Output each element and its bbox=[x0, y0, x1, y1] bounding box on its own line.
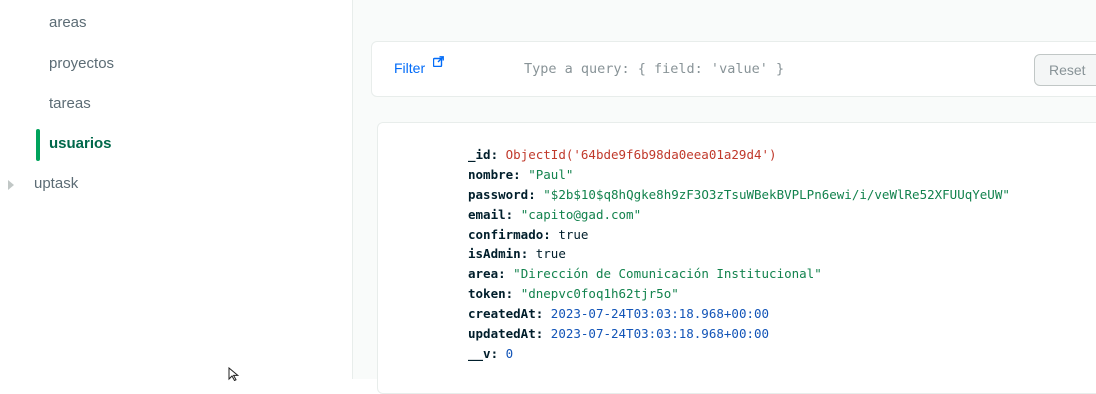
document-field: __v: 0 bbox=[468, 345, 514, 361]
document-field: nombre: "Paul" bbox=[468, 166, 574, 182]
field-key: isAdmin bbox=[468, 246, 521, 262]
document-field: createdAt: 2023-07-24T03:03:18.968+00:00 bbox=[468, 306, 770, 322]
field-value: "Dirección de Comunicación Institucional… bbox=[513, 266, 822, 282]
field-value: "capito@gad.com" bbox=[520, 206, 642, 222]
query-bar: Filter Reset bbox=[371, 41, 1096, 97]
field-key: _id bbox=[468, 147, 491, 162]
sidebar-item-areas[interactable]: areas bbox=[49, 14, 87, 31]
field-value: "dnepvc0foq1h62tjr5o" bbox=[520, 286, 679, 302]
document-field: confirmado: true bbox=[468, 226, 589, 242]
active-indicator bbox=[36, 129, 40, 161]
field-value: "Paul" bbox=[528, 166, 574, 182]
document-field: password: "$2b$10$q8hQgke8h9zF3O3zTsuWBe… bbox=[468, 186, 1010, 202]
field-value: 2023-07-24T03:03:18.968+00:00 bbox=[550, 306, 770, 322]
document-card[interactable]: _id: ObjectId('64bde9f6b98da0eea01a29d4'… bbox=[377, 122, 1096, 394]
reset-button[interactable]: Reset bbox=[1034, 54, 1096, 86]
field-key: __v bbox=[468, 345, 491, 361]
sidebar: areas proyectos tareas usuarios uptask bbox=[0, 0, 352, 379]
field-value: true bbox=[535, 246, 566, 262]
sidebar-item-usuarios[interactable]: usuarios bbox=[49, 135, 112, 152]
field-value: ObjectId('64bde9f6b98da0eea01a29d4') bbox=[505, 147, 777, 162]
field-key: confirmado bbox=[468, 226, 544, 242]
document-field: token: "dnepvc0foq1h62tjr5o" bbox=[468, 286, 679, 302]
field-key: createdAt bbox=[468, 306, 536, 322]
document-field: isAdmin: true bbox=[468, 246, 566, 262]
document-field: email: "capito@gad.com" bbox=[468, 206, 642, 222]
database-label: uptask bbox=[34, 175, 79, 192]
filter-link[interactable]: Filter bbox=[394, 60, 425, 76]
caret-right-icon[interactable] bbox=[8, 180, 14, 190]
field-value: 0 bbox=[505, 345, 514, 361]
field-value: 2023-07-24T03:03:18.968+00:00 bbox=[550, 326, 770, 342]
field-key: email bbox=[468, 206, 506, 222]
document-field: area: "Dirección de Comunicación Institu… bbox=[468, 266, 822, 282]
field-value: "$2b$10$q8hQgke8h9zF3O3zTsuWBekBVPLPn6ew… bbox=[543, 186, 1010, 202]
field-key: updatedAt bbox=[468, 326, 536, 342]
field-key: token bbox=[468, 286, 506, 302]
field-key: password bbox=[468, 186, 529, 202]
sidebar-item-tareas[interactable]: tareas bbox=[49, 95, 91, 112]
external-link-icon[interactable] bbox=[433, 56, 444, 67]
documents-panel: Filter Reset _id: ObjectId('64bde9f6b98d… bbox=[353, 0, 1096, 394]
document-field: updatedAt: 2023-07-24T03:03:18.968+00:00 bbox=[468, 326, 770, 342]
sidebar-item-proyectos[interactable]: proyectos bbox=[49, 55, 114, 72]
field-value: true bbox=[558, 226, 589, 242]
document-field: _id: ObjectId('64bde9f6b98da0eea01a29d4'… bbox=[468, 147, 777, 162]
field-key: nombre bbox=[468, 166, 514, 182]
field-key: area bbox=[468, 266, 499, 282]
query-input[interactable] bbox=[522, 54, 1006, 84]
document-fields: _id: ObjectId('64bde9f6b98da0eea01a29d4'… bbox=[468, 145, 1010, 364]
